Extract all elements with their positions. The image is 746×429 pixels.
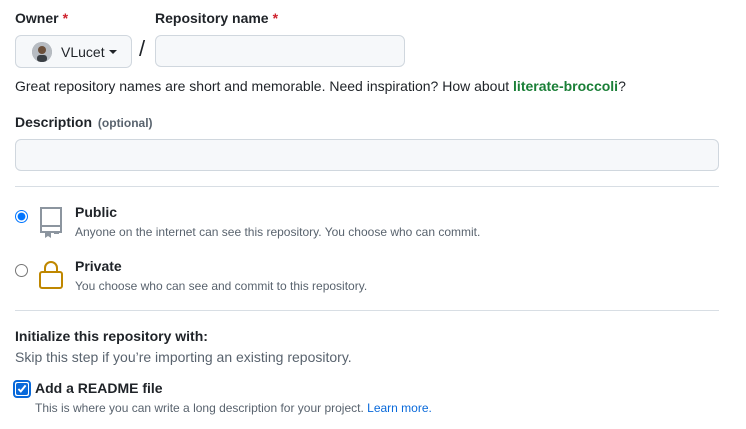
lock-icon [38,259,64,291]
initialize-heading: Initialize this repository with: [15,328,208,344]
repository-name-label: Repository name * [155,10,279,26]
description-input[interactable] [15,139,719,171]
initialize-subtitle: Skip this step if you’re importing an ex… [15,349,352,365]
repo-icon [38,205,64,238]
divider [15,310,719,311]
visibility-public-radio[interactable] [15,210,28,223]
owner-dropdown-button[interactable]: VLucet [15,35,132,68]
readme-checkbox[interactable] [16,383,28,395]
owner-repo-separator: / [139,36,146,61]
visibility-private-radio[interactable] [15,264,28,277]
repository-name-input[interactable] [155,35,405,67]
avatar [32,41,52,62]
suggested-name-link[interactable]: literate-broccoli [513,78,618,94]
optional-hint: (optional) [97,116,153,130]
readme-checkbox-focus-ring [13,380,31,398]
required-mark: * [272,10,279,26]
visibility-private-desc: You choose who can see and commit to thi… [75,279,368,293]
name-inspiration: Great repository names are short and mem… [15,78,626,94]
description-label: Description (optional) [15,114,153,130]
divider [15,186,719,187]
visibility-public-desc: Anyone on the internet can see this repo… [75,225,481,239]
learn-more-link[interactable]: Learn more. [367,401,432,415]
readme-description: This is where you can write a long descr… [35,401,432,415]
required-mark: * [62,10,69,26]
visibility-public-title: Public [75,204,118,220]
readme-label: Add a README file [35,380,163,396]
owner-label: Owner * [15,10,69,26]
visibility-private-title: Private [75,258,122,274]
owner-name: VLucet [61,43,105,60]
chevron-down-icon [108,49,117,54]
